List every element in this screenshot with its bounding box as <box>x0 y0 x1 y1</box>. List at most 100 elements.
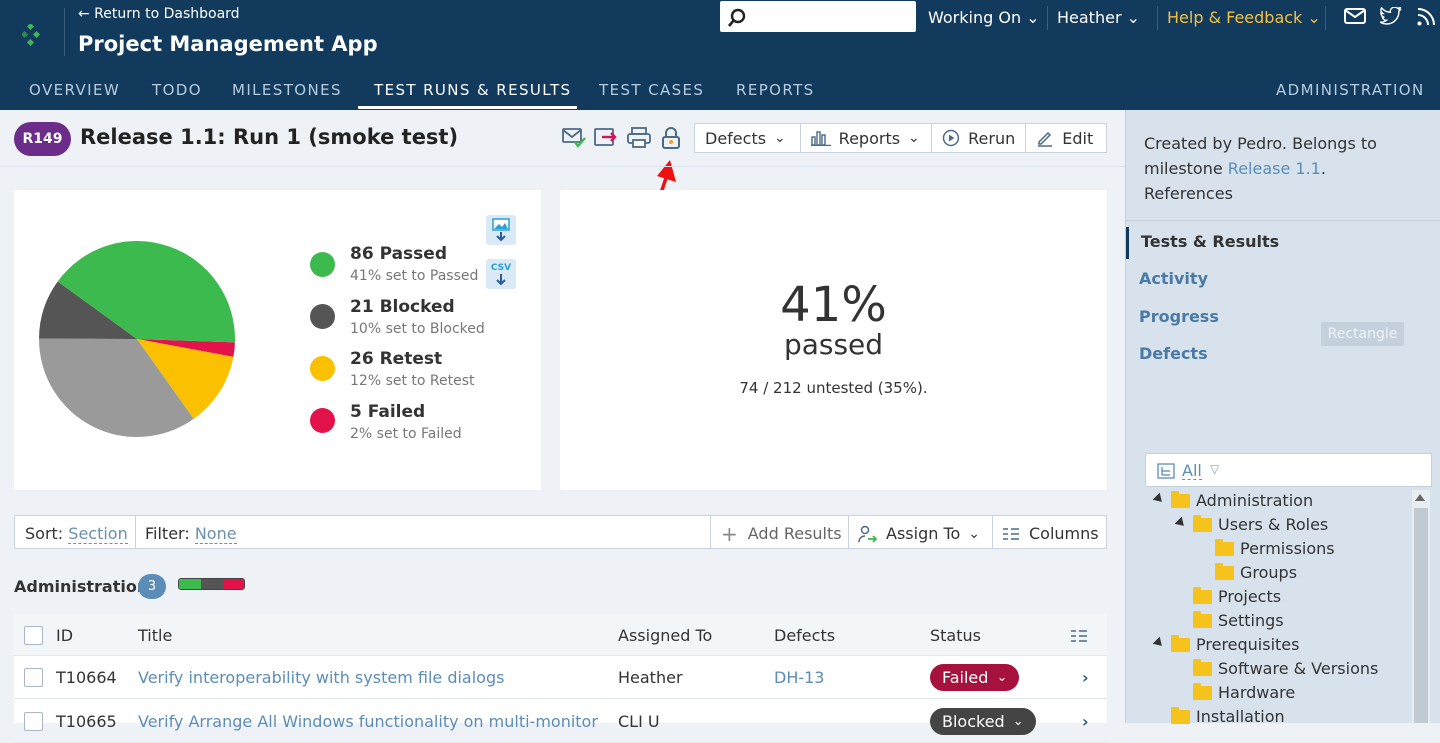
search-input[interactable] <box>720 1 916 32</box>
status-dropdown[interactable]: Failed ⌄ <box>930 664 1020 691</box>
columns-icon <box>1003 527 1019 540</box>
row-defect-link[interactable]: DH-13 <box>774 668 824 687</box>
col-header-status[interactable]: Status <box>930 626 981 645</box>
print-icon[interactable] <box>627 127 651 149</box>
assign-to-dropdown[interactable]: Assign To ⌄ <box>858 524 980 543</box>
tree-node[interactable]: Projects <box>1193 586 1281 606</box>
col-header-defects[interactable]: Defects <box>774 626 835 645</box>
app-logo-icon[interactable] <box>22 24 46 50</box>
tab-overview[interactable]: OVERVIEW <box>29 81 120 99</box>
select-all-checkbox[interactable] <box>24 626 43 645</box>
table-row[interactable]: T10665 Verify Arrange All Windows functi… <box>14 700 1107 743</box>
rectangle-tooltip: Rectangle <box>1321 322 1404 346</box>
working-on-label: Working On <box>928 8 1022 27</box>
filter-divider <box>135 516 136 548</box>
scrollbar-thumb[interactable] <box>1414 508 1428 723</box>
expand-triangle-icon[interactable] <box>1152 492 1166 506</box>
legend-blocked-label: 21 Blocked <box>350 297 455 317</box>
columns-label: Columns <box>1029 524 1099 543</box>
header-divider <box>64 8 65 56</box>
defects-dropdown-button[interactable]: Defects ⌄ <box>695 124 801 152</box>
tree-node[interactable]: Software & Versions <box>1193 658 1378 678</box>
row-checkbox[interactable] <box>24 668 43 687</box>
row-checkbox[interactable] <box>24 712 43 731</box>
tree-filter-dropdown[interactable]: All ▽ <box>1145 453 1432 487</box>
chevron-down-icon: ⌄ <box>908 130 920 146</box>
return-to-dashboard-link[interactable]: ← Return to Dashboard <box>78 6 240 22</box>
folder-icon <box>1193 586 1212 604</box>
tab-test-cases[interactable]: TEST CASES <box>599 81 704 99</box>
working-on-dropdown[interactable]: Working On ⌄ <box>928 8 1040 27</box>
row-title-link[interactable]: Verify Arrange All Windows functionality… <box>138 712 598 731</box>
user-menu-dropdown[interactable]: Heather ⌄ <box>1057 8 1140 27</box>
mail-icon[interactable] <box>1344 8 1366 24</box>
filter-value-link[interactable]: None <box>194 524 237 544</box>
reports-dropdown-button[interactable]: Reports ⌄ <box>801 124 933 152</box>
column-settings-icon[interactable] <box>1071 629 1087 643</box>
tree-node[interactable]: Settings <box>1193 610 1284 630</box>
download-image-button[interactable] <box>486 215 516 245</box>
tree-node[interactable]: Hardware <box>1193 682 1295 702</box>
tab-administration[interactable]: ADMINISTRATION <box>1276 81 1425 99</box>
run-id-badge: R149 <box>14 122 71 156</box>
expand-triangle-icon[interactable] <box>1152 636 1166 650</box>
sidebar-item-progress[interactable]: Progress <box>1139 307 1219 326</box>
top-divider <box>1157 6 1158 30</box>
help-feedback-dropdown[interactable]: Help & Feedback ⌄ <box>1167 8 1321 27</box>
run-actions-toolbar: Defects ⌄ Reports ⌄ Rerun Edit <box>694 123 1107 153</box>
col-header-assigned[interactable]: Assigned To <box>618 626 712 645</box>
search-icon <box>728 8 746 27</box>
section-count-badge: 3 <box>138 574 166 599</box>
assign-to-label: Assign To <box>886 524 961 543</box>
tree-node[interactable]: Prerequisites <box>1171 634 1299 654</box>
tab-reports[interactable]: REPORTS <box>736 81 815 99</box>
row-title-link[interactable]: Verify interoperability with system file… <box>138 668 504 687</box>
active-tab-indicator <box>358 106 577 109</box>
tree-node[interactable]: Installation <box>1171 706 1285 726</box>
run-title: Release 1.1: Run 1 (smoke test) <box>80 125 459 149</box>
chevron-right-icon[interactable]: › <box>1082 712 1089 731</box>
columns-button[interactable]: Columns <box>1003 524 1099 543</box>
milestone-link[interactable]: Release 1.1 <box>1228 159 1321 178</box>
status-bar-blocked <box>201 579 223 589</box>
folder-icon <box>1193 610 1212 628</box>
sort-value-link[interactable]: Section <box>68 524 128 544</box>
folder-icon <box>1215 562 1234 580</box>
sidebar-item-tests-results[interactable]: Tests & Results <box>1141 232 1279 251</box>
filter-divider <box>992 516 993 548</box>
email-check-icon[interactable] <box>562 127 586 149</box>
scroll-up-icon[interactable] <box>1415 494 1425 501</box>
chevron-right-icon[interactable]: › <box>1082 668 1089 687</box>
description-suffix: . <box>1320 159 1326 178</box>
legend-dot-passed <box>310 252 335 277</box>
expand-triangle-icon[interactable] <box>1174 516 1188 530</box>
tree-node[interactable]: Permissions <box>1215 538 1335 558</box>
tab-milestones[interactable]: MILESTONES <box>232 81 342 99</box>
tree-node[interactable]: Administration <box>1171 490 1314 510</box>
col-header-id[interactable]: ID <box>56 626 73 645</box>
play-circle-icon <box>942 129 960 147</box>
lock-icon[interactable] <box>660 126 682 150</box>
table-row[interactable]: T10664 Verify interoperability with syst… <box>14 656 1107 699</box>
tree-node[interactable]: Groups <box>1215 562 1297 582</box>
add-results-label: Add Results <box>747 524 842 543</box>
tree-node-label: Administration <box>1196 491 1314 510</box>
chevron-down-icon: ⌄ <box>1307 8 1321 27</box>
edit-button[interactable]: Edit <box>1026 124 1106 152</box>
download-csv-button[interactable]: CSV <box>486 259 516 289</box>
rerun-button[interactable]: Rerun <box>932 124 1027 152</box>
export-icon[interactable] <box>594 127 618 149</box>
filter-divider <box>710 516 711 548</box>
add-results-button[interactable]: + Add Results <box>721 524 842 544</box>
chevron-down-icon: ⌄ <box>1026 8 1040 27</box>
col-header-title[interactable]: Title <box>138 626 172 645</box>
twitter-icon[interactable] <box>1380 7 1402 25</box>
tab-test-runs-results[interactable]: TEST RUNS & RESULTS <box>374 81 571 99</box>
rss-icon[interactable] <box>1416 7 1436 27</box>
filter-divider <box>848 516 849 548</box>
sidebar-item-defects[interactable]: Defects <box>1139 344 1208 363</box>
sidebar-item-activity[interactable]: Activity <box>1139 269 1208 288</box>
tree-node[interactable]: Users & Roles <box>1193 514 1328 534</box>
status-dropdown[interactable]: Blocked ⌄ <box>930 708 1036 735</box>
tab-todo[interactable]: TODO <box>152 81 202 99</box>
